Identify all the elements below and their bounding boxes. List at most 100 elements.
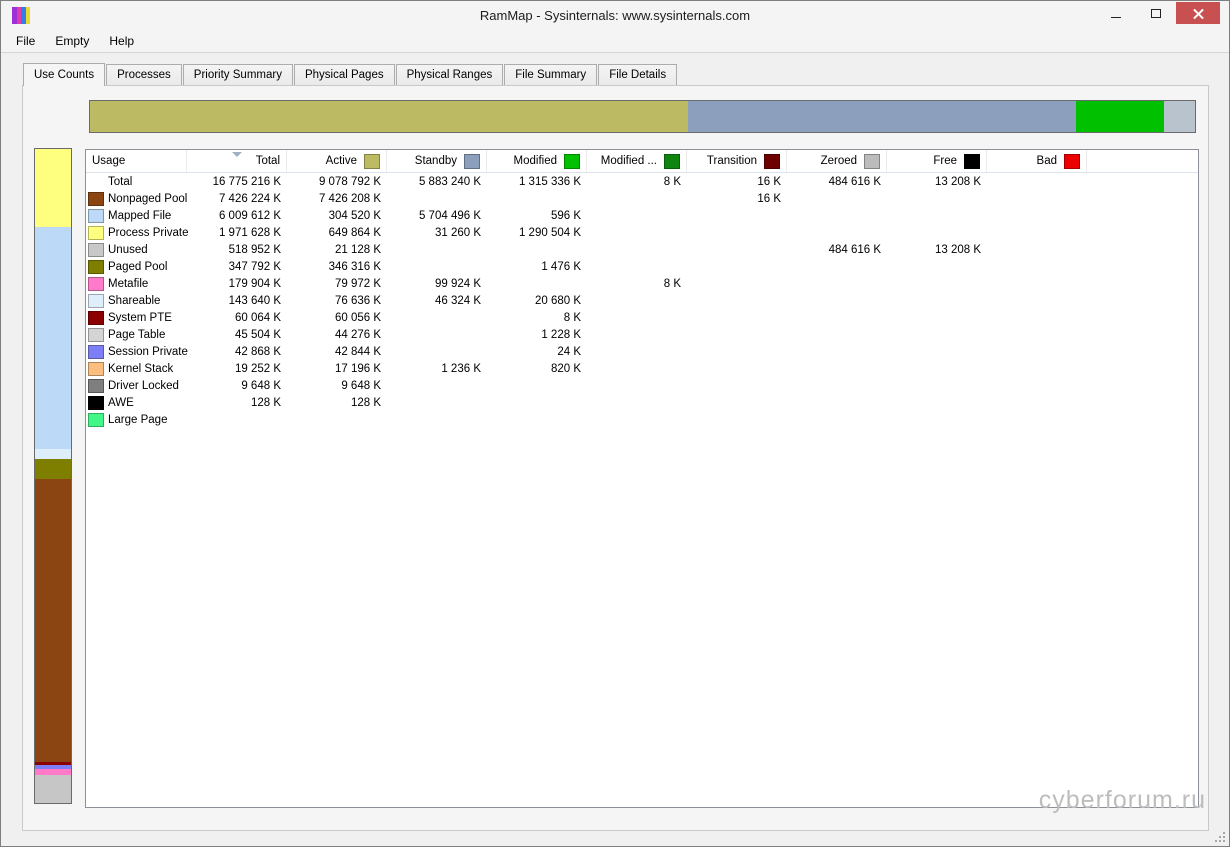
column-label: Modified <box>513 155 557 167</box>
tab-physical-pages[interactable]: Physical Pages <box>293 64 395 85</box>
value-cell-standby: 99 924 K <box>434 277 481 290</box>
table-row[interactable]: Shareable 143 640 K 76 636 K 46 324 K 20 680… <box>86 292 1198 309</box>
resize-grip-icon[interactable] <box>1215 832 1225 842</box>
column-swatch-active <box>364 153 380 169</box>
usage-cell: Nonpaged Pool <box>86 191 188 206</box>
usage-cell: Page Table <box>86 327 187 342</box>
value-cell-active: 76 636 K <box>334 294 381 307</box>
value-cell-total: 347 792 K <box>228 260 281 273</box>
usage-cell: Mapped File <box>86 208 187 223</box>
table-row[interactable]: Paged Pool 347 792 K 346 316 K 1 476 K <box>86 258 1198 275</box>
table-row[interactable]: AWE 128 K 128 K <box>86 394 1198 411</box>
table-row[interactable]: Kernel Stack 19 252 K 17 196 K 1 236 K 820 K <box>86 360 1198 377</box>
menu-item-help[interactable]: Help <box>99 31 144 51</box>
value-cell-active: 44 276 K <box>334 328 381 341</box>
minimize-icon <box>1111 16 1121 18</box>
close-icon <box>1193 8 1204 19</box>
tab-physical-ranges[interactable]: Physical Ranges <box>395 64 504 85</box>
table-row[interactable]: Nonpaged Pool 7 426 224 K 7 426 208 K 16 K <box>86 190 1198 207</box>
value-cell-total: 143 640 K <box>228 294 281 307</box>
table-row[interactable]: Mapped File 6 009 612 K 304 520 K 5 704 496… <box>86 207 1198 224</box>
row-swatch <box>88 208 104 223</box>
usage-cell: Total <box>86 175 187 189</box>
column-header-total[interactable]: Total <box>187 150 287 172</box>
bar-segment-process-private <box>35 149 71 227</box>
row-label: Nonpaged Pool <box>108 192 188 205</box>
column-header-modified[interactable]: Modified ... <box>587 150 687 172</box>
tab-file-summary[interactable]: File Summary <box>504 64 598 85</box>
bar-segment-paged-pool <box>35 458 71 480</box>
table-row[interactable]: System PTE 60 064 K 60 056 K 8 K <box>86 309 1198 326</box>
usage-cell: Large Page <box>86 412 187 427</box>
usage-cell: Driver Locked <box>86 378 187 393</box>
value-cell-total: 6 009 612 K <box>218 209 281 222</box>
column-header-usage[interactable]: Usage <box>86 150 187 172</box>
value-cell-modified: 8 K <box>663 175 681 188</box>
column-label: Bad <box>1036 155 1057 167</box>
column-header-bad[interactable]: Bad <box>987 150 1087 172</box>
bar-segment-active <box>90 101 688 132</box>
table-row[interactable]: Total 16 775 216 K 9 078 792 K 5 883 240 K 1… <box>86 173 1198 190</box>
watermark: cyberforum.ru <box>1038 786 1206 814</box>
column-header-transition[interactable]: Transition <box>687 150 787 172</box>
usage-cell: System PTE <box>86 310 187 325</box>
value-cell-total: 19 252 K <box>234 362 281 375</box>
value-cell-active: 9 078 792 K <box>318 175 381 188</box>
maximize-button[interactable] <box>1136 2 1176 24</box>
column-header-standby[interactable]: Standby <box>387 150 487 172</box>
use-counts-list-view: Usage Total Active Standby Modified Modified … <box>85 149 1199 808</box>
tab-use-counts[interactable]: Use Counts <box>23 63 106 86</box>
table-row[interactable]: Page Table 45 504 K 44 276 K 1 228 K <box>86 326 1198 343</box>
bar-segment-unused <box>35 775 71 803</box>
value-cell-standby: 1 236 K <box>441 362 481 375</box>
close-button[interactable] <box>1176 2 1220 24</box>
table-row[interactable]: Session Private 42 868 K 42 844 K 24 K <box>86 343 1198 360</box>
column-label: Standby <box>414 155 457 167</box>
row-label: Mapped File <box>108 209 172 222</box>
value-cell-transition: 16 K <box>757 192 781 205</box>
table-row[interactable]: Unused 518 952 K 21 128 K 484 616 K 13 208 K <box>86 241 1198 258</box>
value-cell-active: 42 844 K <box>334 345 381 358</box>
bar-segment-shareable <box>35 448 71 459</box>
sort-arrow-icon <box>231 152 242 157</box>
menu-item-empty[interactable]: Empty <box>45 31 99 51</box>
value-cell-standby: 31 260 K <box>434 226 481 239</box>
row-label: Kernel Stack <box>108 362 174 375</box>
bar-segment-standby <box>687 101 1076 132</box>
table-row[interactable]: Metafile 179 904 K 79 972 K 99 924 K 8 K <box>86 275 1198 292</box>
row-swatch <box>88 344 104 359</box>
column-header-zeroed[interactable]: Zeroed <box>787 150 887 172</box>
value-cell-modified: 596 K <box>550 209 581 222</box>
column-label: Zeroed <box>820 155 857 167</box>
table-row[interactable]: Process Private 1 971 628 K 649 864 K 31 26… <box>86 224 1198 241</box>
table-row[interactable]: Driver Locked 9 648 K 9 648 K <box>86 377 1198 394</box>
window-title: RamMap - Sysinternals: www.sysinternals.… <box>479 8 751 23</box>
usage-cell: Unused <box>86 242 187 257</box>
menu-item-file[interactable]: File <box>6 31 45 51</box>
row-swatch <box>88 242 104 257</box>
title-bar[interactable]: RamMap - Sysinternals: www.sysinternals.… <box>1 1 1229 30</box>
row-label: Process Private <box>108 226 189 239</box>
column-header-free[interactable]: Free <box>887 150 987 172</box>
row-label: Driver Locked <box>108 379 179 392</box>
tab-processes[interactable]: Processes <box>106 64 182 85</box>
row-label: AWE <box>108 396 134 409</box>
row-label: Page Table <box>108 328 166 341</box>
value-cell-modified: 1 228 K <box>541 328 581 341</box>
table-row[interactable]: Large Page <box>86 411 1198 428</box>
value-cell-modified: 820 K <box>550 362 581 375</box>
tab-file-details[interactable]: File Details <box>598 64 678 85</box>
usage-cell: Session Private <box>86 344 188 359</box>
value-cell-active: 649 864 K <box>328 226 381 239</box>
column-swatch-modified <box>564 153 580 169</box>
value-cell-standby: 5 883 240 K <box>418 175 481 188</box>
minimize-button[interactable] <box>1096 2 1136 24</box>
column-swatch-modified <box>664 153 680 169</box>
tab-priority-summary[interactable]: Priority Summary <box>182 64 293 85</box>
row-swatch <box>88 412 104 427</box>
column-header-active[interactable]: Active <box>287 150 387 172</box>
row-swatch <box>88 276 104 291</box>
column-header-modified[interactable]: Modified <box>487 150 587 172</box>
column-swatch-transition <box>764 153 780 169</box>
row-label: Metafile <box>108 277 149 290</box>
